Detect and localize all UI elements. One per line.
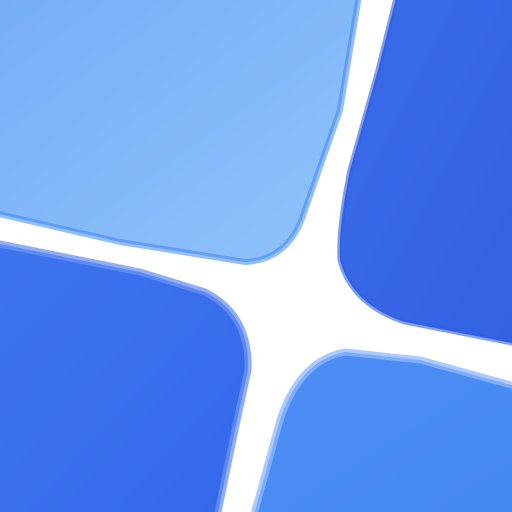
app-icon [0, 0, 512, 512]
four-tile-grid-icon [0, 0, 512, 512]
